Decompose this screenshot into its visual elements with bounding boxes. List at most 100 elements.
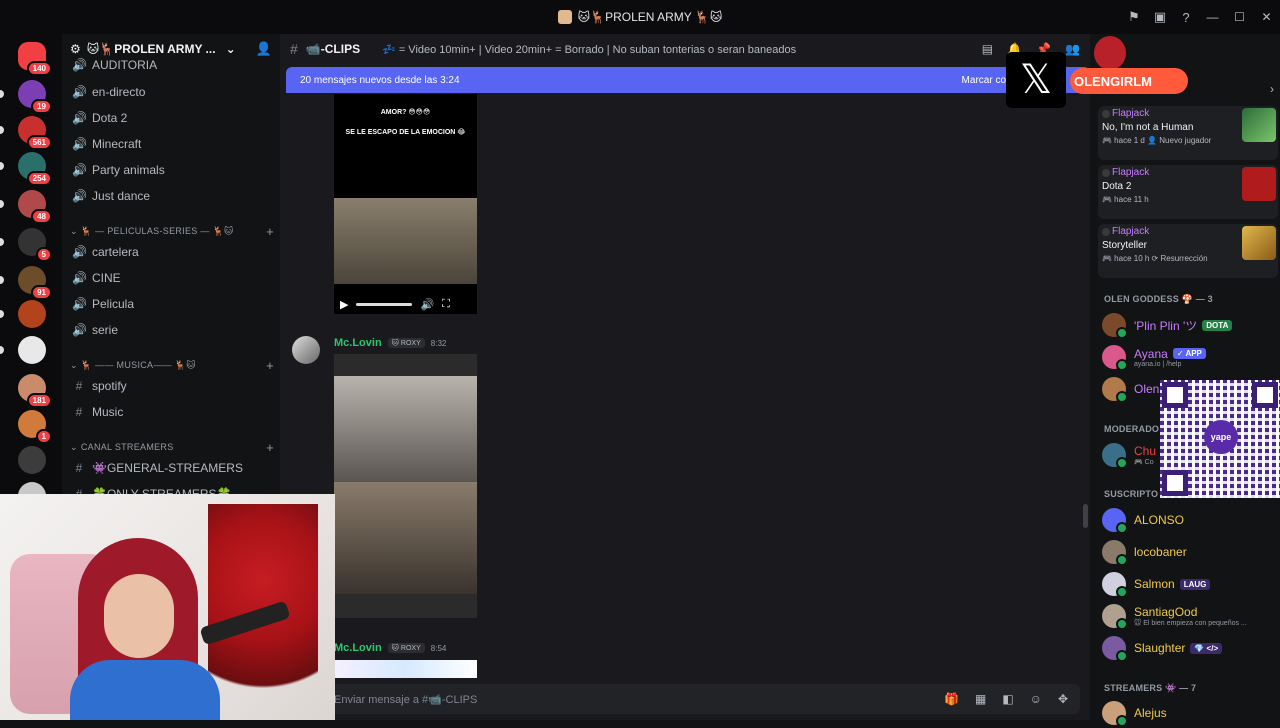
channel-item[interactable]: 🔊 cartelera [70,240,274,264]
game-thumbnail-icon [1242,167,1276,201]
member-line: 'Plin Plin 'ツ DOTA [1134,317,1233,334]
members-icon[interactable]: 👥 [1065,42,1080,56]
server-icon[interactable]: 254 [18,152,52,186]
gift-icon[interactable]: 🎁 [944,692,959,706]
member-line: Ayana ✓ APP [1134,347,1206,361]
add-member-icon[interactable]: 👤 [256,41,272,57]
activity-card[interactable]: Flapjack Dota 2 🎮 hace 11 h [1098,165,1278,219]
activity-card[interactable]: Flapjack Storyteller 🎮 hace 10 h ⟳ Resurre… [1098,224,1278,278]
server-icon[interactable]: 140 [18,42,52,76]
channel-label: Party animals [92,163,165,177]
channel-item[interactable]: # spotify [70,374,274,398]
server-icon[interactable] [18,336,46,364]
channel-label: Just dance [92,189,151,203]
avatar [1102,110,1110,118]
chevron-down-icon: ⌄ [70,359,78,370]
channel-item[interactable]: 🔊 Dota 2 [70,106,274,130]
volume-icon[interactable]: 🔊 [420,298,434,311]
message-author[interactable]: Mc.Lovin [334,642,382,654]
member-item[interactable]: Ayana ✓ APP ayana.io | /help [1102,342,1278,372]
avatar[interactable] [292,336,320,364]
channel-name: 📹-CLIPS [305,42,361,56]
channel-item[interactable]: 🔊 Party animals [70,158,274,182]
server-icon[interactable]: 561 [18,116,52,150]
video-attachment[interactable] [334,660,477,678]
channel-item[interactable]: 🔊 Pelicula [70,292,274,316]
inbox-flag-icon[interactable]: ⚑ [1121,0,1147,34]
inbox-icon[interactable]: ▣ [1147,0,1173,34]
channel-item[interactable]: 🔊 en-directo [70,80,274,104]
fullscreen-icon[interactable]: ⛶ [442,298,450,311]
activity-user: Flapjack [1112,226,1150,237]
mention-badge: 181 [26,393,52,408]
chevron-right-icon[interactable]: › [1270,82,1274,96]
channel-item[interactable]: 🔊 Just dance [70,184,274,208]
server-icon[interactable]: 181 [18,374,52,408]
close-button[interactable]: ✕ [1253,0,1280,34]
member-list: OLENGIRLM › Flapjack No, I'm not a Human 🎮… [1070,34,1280,727]
server-icon[interactable] [18,446,46,474]
sticker-icon[interactable]: ◧ [1002,692,1013,706]
add-channel-icon[interactable]: + [266,358,274,373]
member-text: locobaner [1134,545,1187,559]
scrollbar[interactable] [1083,504,1088,528]
gif-icon[interactable]: ▦ [975,692,986,706]
threads-icon[interactable]: ▤ [982,42,993,56]
video-progress-bar[interactable] [356,302,413,306]
activity-card[interactable]: Flapjack No, I'm not a Human 🎮 hace 1 d 👤 … [1098,106,1278,160]
channel-label: en-directo [92,85,146,99]
play-icon[interactable]: ▶ [340,298,348,311]
server-icon[interactable]: 5 [18,228,52,262]
member-item[interactable]: SantiagOod 🐭 El bien empieza con pequeños… [1102,601,1278,631]
server-icon[interactable] [18,300,46,328]
streamer-shape [60,530,220,720]
member-item[interactable]: ALONSO [1102,505,1278,535]
video-attachment[interactable] [334,354,477,618]
member-name: Chu [1134,444,1157,458]
member-name: ALONSO [1134,513,1185,527]
channel-item[interactable]: 🔊 serie [70,318,274,342]
speaker-icon: 🔊 [72,163,87,177]
member-item[interactable]: Slaughter 💎 </> [1102,633,1278,663]
member-line: Slaughter 💎 </> [1134,641,1223,655]
category-music[interactable]: ⌄ 🦌 —— MUSICA—— 🦌🐱 + [70,356,274,374]
unread-indicator [0,162,4,170]
message-composer[interactable]: Enviar mensaje a #📹-CLIPS 🎁 ▦ ◧ ☺ ✥ [330,684,1080,714]
member-item[interactable]: 'Plin Plin 'ツ DOTA [1102,310,1278,340]
channel-item[interactable]: # 👾GENERAL-STREAMERS [70,456,274,480]
yape-logo: yape [1204,420,1238,454]
server-icon[interactable]: 91 [18,266,52,300]
unread-indicator [0,200,4,208]
member-name: locobaner [1134,545,1187,559]
channel-item[interactable]: 🔊 Minecraft [70,132,274,156]
webcam-overlay [0,494,335,720]
server-icon[interactable]: 19 [18,80,52,114]
apps-icon[interactable]: ✥ [1058,692,1068,706]
video-attachment[interactable]: AMOR? 😳😳😳 SE LE ESCAPO DE LA EMOCION 😂 ▶… [334,94,477,314]
member-item[interactable]: Alejus [1102,698,1278,728]
member-line: Chu [1134,444,1156,458]
message-author[interactable]: Mc.Lovin [334,337,382,349]
member-name: SantiagOod [1134,605,1198,619]
window-title: 🐱🦌PROLEN ARMY 🦌🐱 [557,10,722,24]
member-text: Alejus [1134,706,1167,720]
mark-read-button[interactable]: Marcar co [962,75,1006,86]
member-item[interactable]: locobaner [1102,537,1278,567]
channel-item[interactable]: 🔊 CINE [70,266,274,290]
category-movies[interactable]: ⌄ 🦌 — PELICULAS-SERIES — 🦌🐱 + [70,222,274,240]
server-icon[interactable]: 48 [18,190,52,224]
minimize-button[interactable]: — [1199,0,1226,34]
activity-meta: 🎮 hace 11 h [1102,195,1149,204]
add-channel-icon[interactable]: + [266,440,274,455]
channel-partial[interactable]: 🔊 AUDITORIA [70,58,274,72]
emoji-icon[interactable]: ☺ [1030,692,1042,706]
maximize-button[interactable]: ☐ [1226,0,1253,34]
new-messages-bar[interactable]: 20 mensajes nuevos desde las 3:24 Marcar… [286,67,1090,93]
category-streamers[interactable]: ⌄ CANAL STREAMERS + [70,438,274,456]
channel-item[interactable]: # Music [70,400,274,424]
help-icon[interactable]: ? [1173,0,1199,34]
channel-topic[interactable]: 💤 = Video 10min+ | Video 20min+ = Borrad… [382,43,796,56]
add-channel-icon[interactable]: + [266,224,274,239]
member-item[interactable]: Salmon LAUG [1102,569,1278,599]
server-icon[interactable]: 1 [18,410,52,444]
